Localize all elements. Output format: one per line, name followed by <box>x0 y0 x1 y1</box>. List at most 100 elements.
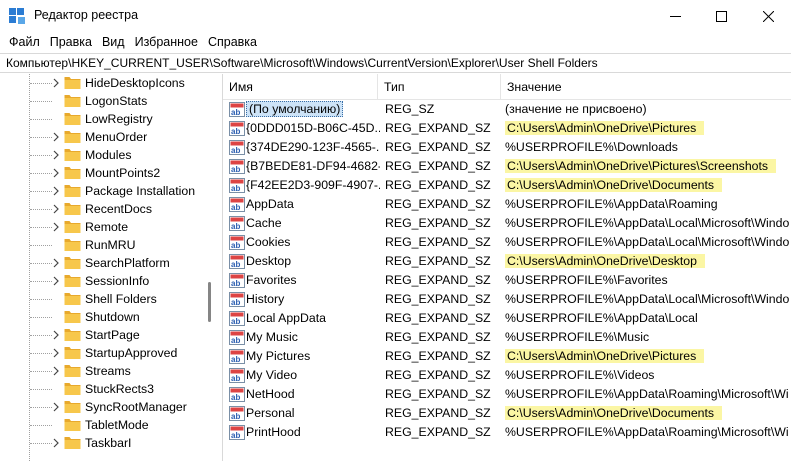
value-data: C:\Users\Admin\OneDrive\Documents <box>505 406 723 420</box>
maximize-button[interactable] <box>698 0 744 32</box>
table-row[interactable]: ab Cache REG_EXPAND_SZ %USERPROFILE%\AppDat… <box>223 214 791 233</box>
chevron-right-icon[interactable] <box>51 185 61 197</box>
tree-item-label: StartupApproved <box>85 346 178 360</box>
maximize-icon <box>715 10 727 22</box>
menu-favorites[interactable]: Избранное <box>130 32 203 52</box>
value-name-cell: My Pictures <box>246 347 380 366</box>
tree-item[interactable]: SearchPlatform <box>0 254 200 272</box>
tree-connector <box>30 191 52 192</box>
close-button[interactable] <box>745 0 791 32</box>
menu-help[interactable]: Справка <box>203 32 262 52</box>
tree-item[interactable]: SessionInfo <box>0 272 200 290</box>
chevron-right-icon[interactable] <box>51 401 61 413</box>
values-list[interactable]: Имя Тип Значение ab (По умолчанию) REG_SZ (… <box>222 74 791 461</box>
folder-icon <box>64 311 81 323</box>
table-row[interactable]: ab Cookies REG_EXPAND_SZ %USERPROFILE%\AppD… <box>223 233 791 252</box>
table-row[interactable]: ab NetHood REG_EXPAND_SZ %USERPROFILE%\AppD… <box>223 385 791 404</box>
tree-item[interactable]: MenuOrder <box>0 128 200 146</box>
value-data: (значение не присвоено) <box>505 102 647 116</box>
menu-file[interactable]: Файл <box>4 32 45 52</box>
menu-edit[interactable]: Правка <box>45 32 97 52</box>
svg-text:ab: ab <box>231 298 240 307</box>
chevron-right-icon[interactable] <box>51 257 61 269</box>
minimize-button[interactable] <box>652 0 698 32</box>
tree-item[interactable]: LogonStats <box>0 92 200 110</box>
tree-item[interactable]: RecentDocs <box>0 200 200 218</box>
chevron-right-icon[interactable] <box>51 221 61 233</box>
value-name: Cache <box>246 216 282 230</box>
table-row[interactable]: ab {B7BEDE81-DF94-4682-... REG_EXPAND_SZ C:… <box>223 157 791 176</box>
tree-item[interactable]: StartPage <box>0 326 200 344</box>
table-row[interactable]: ab My Pictures REG_EXPAND_SZ C:\Users\Admin… <box>223 347 791 366</box>
folder-icon <box>64 329 81 341</box>
table-row[interactable]: ab PrintHood REG_EXPAND_SZ %USERPROFILE%\Ap… <box>223 423 791 442</box>
table-row[interactable]: ab Desktop REG_EXPAND_SZ C:\Users\Admin\One… <box>223 252 791 271</box>
tree-connector <box>30 101 52 102</box>
table-row[interactable]: ab Personal REG_EXPAND_SZ C:\Users\Admin\On… <box>223 404 791 423</box>
column-value[interactable]: Значение <box>501 74 791 100</box>
folder-icon <box>64 347 81 359</box>
chevron-right-icon[interactable] <box>51 437 61 449</box>
string-value-icon: ab <box>229 349 245 364</box>
tree-item-label: RecentDocs <box>85 202 152 216</box>
value-type: REG_EXPAND_SZ <box>385 235 491 249</box>
table-row[interactable]: ab AppData REG_EXPAND_SZ %USERPROFILE%\AppD… <box>223 195 791 214</box>
registry-tree[interactable]: HideDesktopIcons LogonStats LowRegistry Men… <box>0 74 217 461</box>
table-row[interactable]: ab {374DE290-123F-4565-... REG_EXPAND_SZ %U… <box>223 138 791 157</box>
tree-item[interactable]: StuckRects3 <box>0 380 200 398</box>
tree-item[interactable]: Shell Folders <box>0 290 200 308</box>
chevron-right-icon[interactable] <box>51 131 61 143</box>
value-name-cell: Personal <box>246 404 380 423</box>
table-row[interactable]: ab My Video REG_EXPAND_SZ %USERPROFILE%\Vid… <box>223 366 791 385</box>
value-name: {F42EE2D3-909F-4907-... <box>246 178 380 192</box>
column-name[interactable]: Имя <box>223 74 378 100</box>
table-row[interactable]: ab {0DDD015D-B06C-45D... REG_EXPAND_SZ C:\U… <box>223 119 791 138</box>
tree-item[interactable]: Streams <box>0 362 200 380</box>
tree-item[interactable]: TaskbarI <box>0 434 200 452</box>
tree-item[interactable]: MountPoints2 <box>0 164 200 182</box>
tree-item-label: Package Installation <box>85 184 196 198</box>
value-data-cell: %USERPROFILE%\AppData\Roaming\Microsoft\… <box>503 423 791 442</box>
tree-item[interactable]: Remote <box>0 218 200 236</box>
tree-item[interactable]: Shutdown <box>0 308 200 326</box>
table-row[interactable]: ab Favorites REG_EXPAND_SZ %USERPROFILE%\Fa… <box>223 271 791 290</box>
column-type[interactable]: Тип <box>378 74 501 100</box>
chevron-right-icon[interactable] <box>51 149 61 161</box>
tree-scrollbar[interactable] <box>203 74 217 461</box>
tree-item[interactable]: TabletMode <box>0 416 200 434</box>
tree-item[interactable]: SyncRootManager <box>0 398 200 416</box>
tree-item[interactable]: RunMRU <box>0 236 200 254</box>
chevron-right-icon[interactable] <box>51 77 61 89</box>
svg-text:ab: ab <box>231 279 240 288</box>
value-type: REG_EXPAND_SZ <box>385 292 491 306</box>
chevron-right-icon[interactable] <box>51 329 61 341</box>
tree-connector <box>30 281 52 282</box>
tree-item[interactable]: Package Installation <box>0 182 200 200</box>
table-row[interactable]: ab Local AppData REG_EXPAND_SZ %USERPROFILE… <box>223 309 791 328</box>
string-value-icon: ab <box>229 406 245 421</box>
value-name-cell: Desktop <box>246 252 380 271</box>
chevron-right-icon[interactable] <box>51 275 61 287</box>
svg-text:ab: ab <box>231 374 240 383</box>
string-value-icon: ab <box>229 159 245 174</box>
value-name: (По умолчанию) <box>246 101 344 117</box>
tree-connector <box>30 335 52 336</box>
tree-item[interactable]: LowRegistry <box>0 110 200 128</box>
menu-view[interactable]: Вид <box>97 32 130 52</box>
address-bar[interactable]: Компьютер\HKEY_CURRENT_USER\Software\Mic… <box>0 53 791 73</box>
chevron-right-icon[interactable] <box>51 203 61 215</box>
chevron-right-icon[interactable] <box>51 167 61 179</box>
tree-item[interactable]: StartupApproved <box>0 344 200 362</box>
table-row[interactable]: ab My Music REG_EXPAND_SZ %USERPROFILE%\Mus… <box>223 328 791 347</box>
table-row[interactable]: ab History REG_EXPAND_SZ %USERPROFILE%\AppD… <box>223 290 791 309</box>
chevron-right-icon[interactable] <box>51 365 61 377</box>
tree-connector <box>30 83 52 84</box>
tree-item[interactable]: HideDesktopIcons <box>0 74 200 92</box>
value-type: REG_EXPAND_SZ <box>385 311 491 325</box>
chevron-right-icon[interactable] <box>51 347 61 359</box>
tree-connector <box>30 137 52 138</box>
table-row[interactable]: ab {F42EE2D3-909F-4907-... REG_EXPAND_SZ C:… <box>223 176 791 195</box>
tree-scrollbar-thumb[interactable] <box>208 282 211 322</box>
tree-item[interactable]: Modules <box>0 146 200 164</box>
table-row[interactable]: ab (По умолчанию) REG_SZ (значение не присв… <box>223 100 791 119</box>
